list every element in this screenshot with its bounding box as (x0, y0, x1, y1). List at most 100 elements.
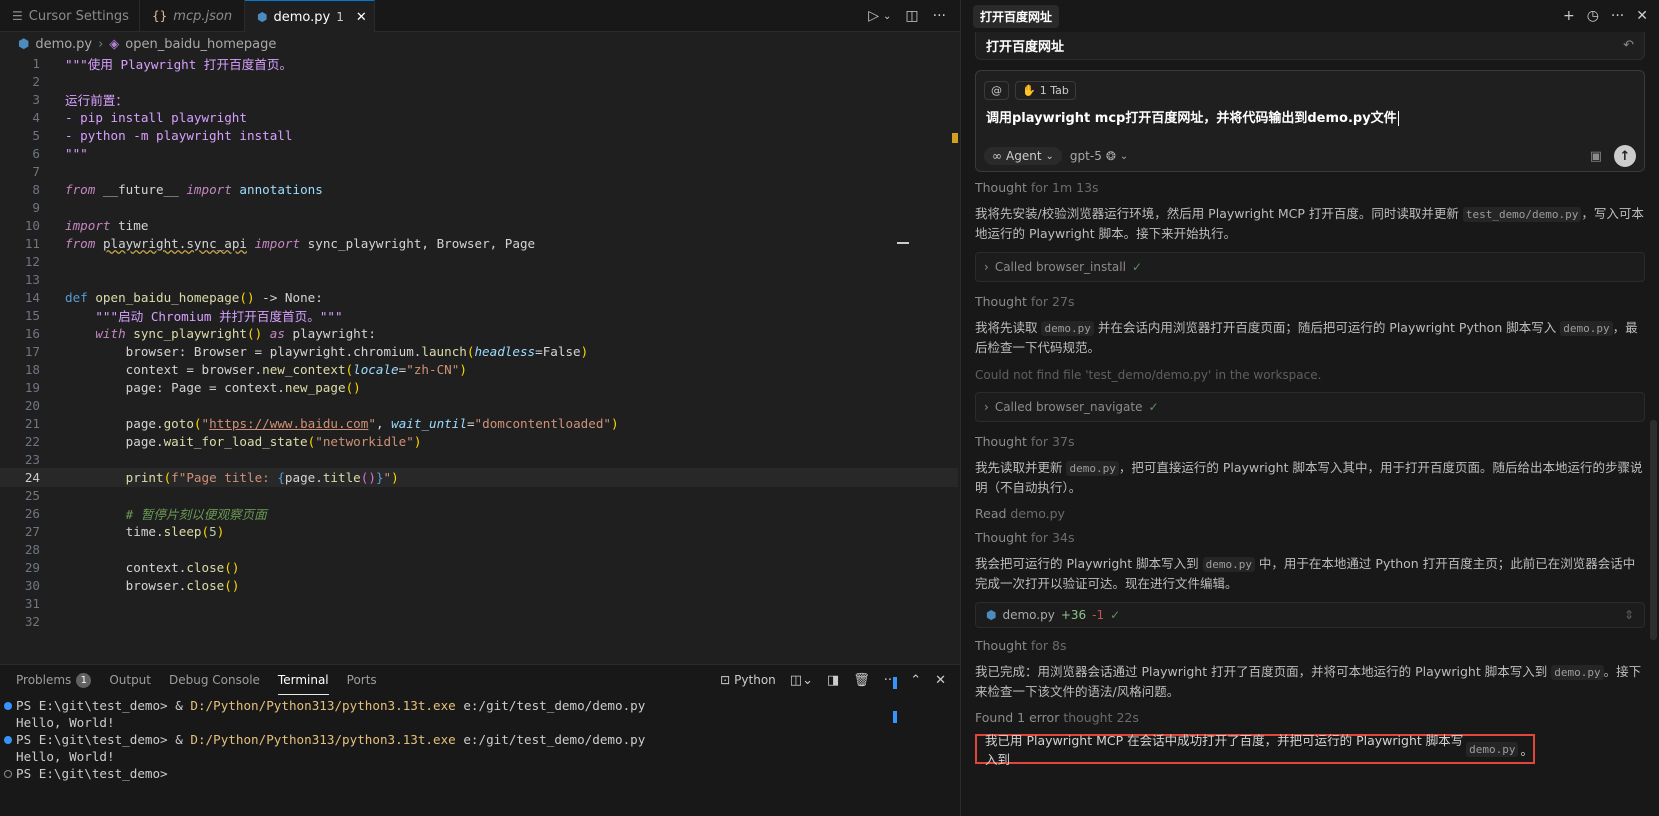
image-icon[interactable]: ▣ (1590, 149, 1602, 164)
code-line[interactable]: 10 import time (0, 216, 958, 235)
chevron-down-icon: ⌄ (1119, 150, 1129, 162)
code-line[interactable]: 14 def open_baidu_homepage() -> None: (0, 288, 958, 307)
code-line[interactable]: 18 context = browser.new_context(locale=… (0, 360, 958, 379)
code-line[interactable]: 27 time.sleep(5) (0, 522, 958, 541)
send-button[interactable]: ↑ (1614, 145, 1636, 167)
editor-actions: ▷ ⌄ ◫ ··· (868, 0, 960, 32)
history-icon[interactable]: ◷ (1587, 8, 1599, 24)
close-icon[interactable]: ✕ (1636, 8, 1648, 24)
thought-label[interactable]: Thought for 37s (975, 434, 1645, 449)
code-line[interactable]: 6 """ (0, 144, 958, 163)
new-chat-icon[interactable]: + (1563, 8, 1575, 24)
tab-terminal[interactable]: Terminal (277, 665, 329, 695)
layout-icon[interactable]: ◨ (827, 673, 839, 688)
split-terminal-icon[interactable]: ◫⌄ (790, 673, 813, 688)
thought-label[interactable]: Thought for 8s (975, 638, 1645, 653)
chevron-right-icon: › (98, 36, 104, 52)
code-line[interactable]: 1 """使用 Playwright 打开百度首页。 (0, 54, 958, 73)
code-line[interactable]: 8 from __future__ import annotations (0, 180, 958, 199)
code-line[interactable]: 19 page: Page = context.new_page() (0, 378, 958, 397)
command-status-icon[interactable] (4, 701, 12, 710)
line-number: 30 (24, 578, 40, 593)
code-line-content: def open_baidu_homepage() -> None: (65, 290, 323, 305)
chat-tab-title[interactable]: 打开百度网址 (973, 4, 1060, 28)
code-line-content: """启动 Chromium 并打开百度首页。""" (65, 309, 343, 324)
mode-selector[interactable]: ∞ Agent ⌄ (984, 147, 1062, 165)
expand-icon[interactable]: ⇕ (1624, 608, 1634, 622)
code-line[interactable]: 9 (0, 198, 958, 217)
previous-user-message[interactable]: 打开百度网址 ↶ (975, 32, 1645, 60)
undo-icon[interactable]: ↶ (1623, 38, 1634, 53)
close-panel-icon[interactable]: ✕ (935, 673, 946, 688)
lint-result-label[interactable]: Found 1 error thought 22s (975, 710, 1645, 725)
code-editor[interactable]: 1 """使用 Playwright 打开百度首页。 2 3 运行前置： 4- pip i… (0, 54, 958, 654)
code-line-content: page.wait_for_load_state("networkidle") (65, 434, 422, 449)
trash-icon[interactable]: 🗑 (853, 673, 870, 688)
assistant-paragraph: 我将先读取 demo.py 并在会话内用浏览器打开百度页面；随后把可运行的 Pl… (975, 320, 1638, 355)
thought-label[interactable]: Thought for 34s (975, 530, 1645, 545)
more-icon[interactable]: ··· (1611, 8, 1624, 24)
split-editor-icon[interactable]: ◫ (905, 8, 918, 24)
command-status-icon[interactable] (4, 735, 12, 744)
chevron-down-icon: ⌄ (1045, 150, 1054, 162)
command-status-icon[interactable] (4, 769, 12, 778)
code-line[interactable]: 16 with sync_playwright() as playwright: (0, 324, 958, 343)
model-selector[interactable]: gpt-5 ❂ ⌄ (1070, 149, 1128, 163)
code-line[interactable]: 13 (0, 270, 958, 289)
code-line[interactable]: 25 (0, 486, 958, 505)
terminal-output[interactable]: PS E:\git\test_demo> & D:/Python/Python3… (0, 697, 950, 782)
code-line[interactable]: 21 page.goto("https://www.baidu.com", wa… (0, 414, 958, 433)
code-line[interactable]: 30 browser.close() (0, 576, 958, 595)
tab-output[interactable]: Output (109, 665, 151, 695)
code-line[interactable]: 5 - python -m playwright install (0, 126, 958, 145)
code-line[interactable]: 12 (0, 252, 958, 271)
breadcrumb-symbol[interactable]: open_baidu_homepage (125, 37, 276, 52)
tab-context-chip[interactable]: ✋ 1 Tab (1015, 81, 1076, 100)
tab-cursor-settings[interactable]: ☰ Cursor Settings (0, 0, 140, 32)
more-icon[interactable]: ··· (933, 8, 946, 24)
run-icon[interactable]: ▷ (868, 8, 879, 24)
tool-call-browser-install[interactable]: › Called browser_install ✓ (975, 252, 1645, 282)
tab-mcp-json[interactable]: {} mcp.json (140, 0, 245, 32)
code-line[interactable]: 26 # 暂停片刻以便观察页面 (0, 504, 958, 523)
code-line[interactable]: 20 (0, 396, 958, 415)
terminal-shell-selector[interactable]: ⊡ Python (720, 673, 776, 687)
assistant-paragraph: 我将先安装/校验浏览器运行环境，然后用 Playwright MCP 打开百度。… (975, 206, 1644, 241)
code-line[interactable]: 7 (0, 162, 958, 181)
thought-label[interactable]: Thought for 1m 13s (975, 180, 1645, 195)
breadcrumb-file[interactable]: demo.py (35, 37, 92, 52)
code-line[interactable]: 15 """启动 Chromium 并打开百度首页。""" (0, 306, 958, 325)
chat-composer[interactable]: @ ✋ 1 Tab 调用playwright mcp打开百度网址，并将代码输出到… (975, 70, 1645, 172)
maximize-panel-icon[interactable]: ⌃ (910, 673, 921, 688)
chat-scrollbar[interactable] (1650, 420, 1657, 640)
code-line[interactable]: 3 运行前置： (0, 90, 958, 109)
composer-input[interactable]: 调用playwright mcp打开百度网址，并将代码输出到demo.py文件 (986, 107, 1399, 126)
tab-demo-py[interactable]: ⬢ demo.py 1 ✕ (245, 0, 375, 33)
code-line[interactable]: 29 context.close() (0, 558, 958, 577)
tab-debug-console[interactable]: Debug Console (169, 665, 260, 695)
file-diff-summary[interactable]: ⬢ demo.py +36 -1 ✓ ⇕ (975, 602, 1645, 628)
close-icon[interactable]: ✕ (356, 10, 367, 25)
tab-ports[interactable]: Ports (347, 665, 377, 695)
code-line[interactable]: 2 (0, 72, 958, 91)
tab-problems[interactable]: Problems 1 (16, 665, 92, 695)
tool-call-browser-navigate[interactable]: › Called browser_navigate ✓ (975, 392, 1645, 422)
chevron-down-icon[interactable]: ⌄ (883, 11, 891, 22)
terminal-line: Hello, World! (0, 714, 950, 731)
code-line-content: import time (65, 218, 149, 233)
code-line[interactable]: 17 browser: Browser = playwright.chromiu… (0, 342, 958, 361)
code-line[interactable]: 23 (0, 450, 958, 469)
terminal-scroll-marker (893, 677, 897, 689)
code-line[interactable]: 22 page.wait_for_load_state("networkidle… (0, 432, 958, 451)
line-number: 9 (32, 200, 40, 215)
read-file-label[interactable]: Read demo.py (975, 506, 1645, 521)
code-line[interactable]: 32 (0, 612, 958, 631)
code-line[interactable]: 28 (0, 540, 958, 559)
code-line[interactable]: 24 print(f"Page title: {page.title()}") (0, 468, 958, 487)
thought-label[interactable]: Thought for 27s (975, 294, 1645, 309)
code-line[interactable]: 31 (0, 594, 958, 613)
mention-button[interactable]: @ (984, 81, 1009, 100)
terminal-exe-path: D:/Python/Python313/python3.13t.exe (190, 732, 456, 747)
code-line[interactable]: 4 - pip install playwright (0, 108, 958, 127)
code-line[interactable]: 11 from playwright.sync_api import sync_p… (0, 234, 958, 253)
